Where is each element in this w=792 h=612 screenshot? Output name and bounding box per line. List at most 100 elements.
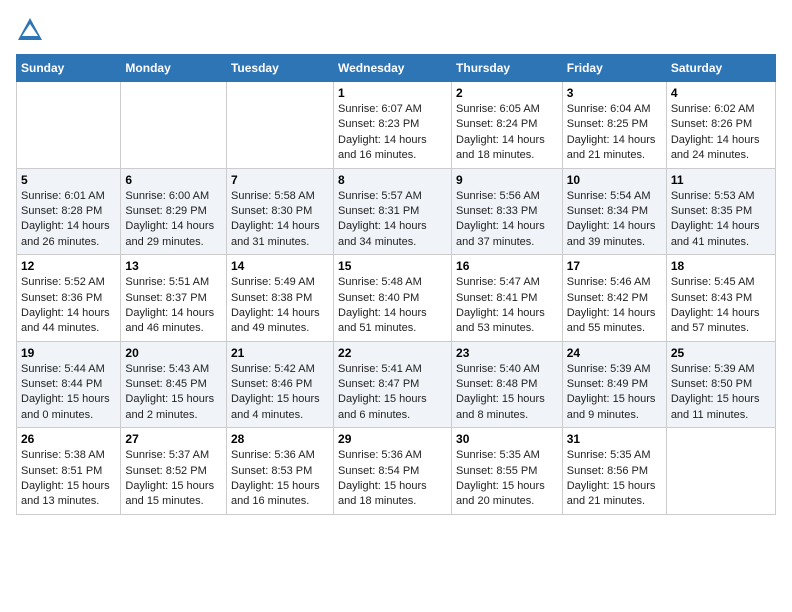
daylight-text: Daylight: 15 hours and 4 minutes. bbox=[231, 392, 329, 423]
sunrise-text: Sunrise: 5:41 AM bbox=[338, 362, 447, 377]
sunset-text: Sunset: 8:43 PM bbox=[671, 291, 771, 306]
sunrise-text: Sunrise: 5:48 AM bbox=[338, 275, 447, 290]
day-info: Sunrise: 5:52 AMSunset: 8:36 PMDaylight:… bbox=[21, 275, 116, 337]
sunrise-text: Sunrise: 5:38 AM bbox=[21, 448, 116, 463]
sunset-text: Sunset: 8:42 PM bbox=[567, 291, 662, 306]
day-info: Sunrise: 5:36 AMSunset: 8:54 PMDaylight:… bbox=[338, 448, 447, 510]
daylight-text: Daylight: 15 hours and 18 minutes. bbox=[338, 479, 447, 510]
calendar-cell: 10Sunrise: 5:54 AMSunset: 8:34 PMDayligh… bbox=[562, 168, 666, 255]
calendar-cell: 17 Sunrise: 5:46 AMSunset: 8:42 PMDayligh… bbox=[562, 255, 666, 342]
day-info: Sunrise: 5:54 AMSunset: 8:34 PMDaylight:… bbox=[567, 189, 662, 251]
sunset-text: Sunset: 8:53 PM bbox=[231, 464, 329, 479]
calendar-cell: 14Sunrise: 5:49 AMSunset: 8:38 PMDayligh… bbox=[226, 255, 333, 342]
day-info: Sunrise: 6:04 AMSunset: 8:25 PMDaylight:… bbox=[567, 102, 662, 164]
day-info: Sunrise: 5:47 AMSunset: 8:41 PMDaylight:… bbox=[456, 275, 558, 337]
calendar-cell: 11Sunrise: 5:53 AMSunset: 8:35 PMDayligh… bbox=[666, 168, 775, 255]
day-number: 31 bbox=[567, 432, 662, 446]
calendar-cell: 6Sunrise: 6:00 AMSunset: 8:29 PMDaylight… bbox=[121, 168, 227, 255]
daylight-text: Daylight: 15 hours and 2 minutes. bbox=[125, 392, 222, 423]
daylight-text: Daylight: 14 hours and 34 minutes. bbox=[338, 219, 447, 250]
calendar-cell: 31Sunrise: 5:35 AMSunset: 8:56 PMDayligh… bbox=[562, 428, 666, 515]
day-info: Sunrise: 5:37 AMSunset: 8:52 PMDaylight:… bbox=[125, 448, 222, 510]
sunrise-text: Sunrise: 5:35 AM bbox=[567, 448, 662, 463]
daylight-text: Daylight: 15 hours and 9 minutes. bbox=[567, 392, 662, 423]
daylight-text: Daylight: 15 hours and 20 minutes. bbox=[456, 479, 558, 510]
calendar-cell: 9 Sunrise: 5:56 AMSunset: 8:33 PMDaylight… bbox=[452, 168, 563, 255]
daylight-text: Daylight: 14 hours and 37 minutes. bbox=[456, 219, 558, 250]
calendar-cell: 1Sunrise: 6:07 AMSunset: 8:23 PMDaylight… bbox=[334, 82, 452, 169]
sunrise-text: Sunrise: 5:42 AM bbox=[231, 362, 329, 377]
sunset-text: Sunset: 8:28 PM bbox=[21, 204, 116, 219]
daylight-text: Daylight: 15 hours and 11 minutes. bbox=[671, 392, 771, 423]
sunset-text: Sunset: 8:36 PM bbox=[21, 291, 116, 306]
daylight-text: Daylight: 14 hours and 51 minutes. bbox=[338, 306, 447, 337]
daylight-text: Daylight: 14 hours and 53 minutes. bbox=[456, 306, 558, 337]
weekday-header-thursday: Thursday bbox=[452, 55, 563, 82]
day-number: 1 bbox=[338, 86, 447, 100]
sunset-text: Sunset: 8:49 PM bbox=[567, 377, 662, 392]
sunset-text: Sunset: 8:30 PM bbox=[231, 204, 329, 219]
calendar-cell bbox=[17, 82, 121, 169]
page-header bbox=[16, 16, 776, 44]
day-number: 5 bbox=[21, 173, 116, 187]
sunrise-text: Sunrise: 5:53 AM bbox=[671, 189, 771, 204]
calendar-week-2: 5Sunrise: 6:01 AMSunset: 8:28 PMDaylight… bbox=[17, 168, 776, 255]
day-number: 17 bbox=[567, 259, 662, 273]
sunrise-text: Sunrise: 5:45 AM bbox=[671, 275, 771, 290]
calendar-cell: 13Sunrise: 5:51 AMSunset: 8:37 PMDayligh… bbox=[121, 255, 227, 342]
calendar-cell: 5Sunrise: 6:01 AMSunset: 8:28 PMDaylight… bbox=[17, 168, 121, 255]
sunrise-text: Sunrise: 5:37 AM bbox=[125, 448, 222, 463]
calendar-week-5: 26Sunrise: 5:38 AMSunset: 8:51 PMDayligh… bbox=[17, 428, 776, 515]
calendar-cell: 3Sunrise: 6:04 AMSunset: 8:25 PMDaylight… bbox=[562, 82, 666, 169]
day-number: 23 bbox=[456, 346, 558, 360]
day-info: Sunrise: 5:41 AMSunset: 8:47 PMDaylight:… bbox=[338, 362, 447, 424]
sunset-text: Sunset: 8:24 PM bbox=[456, 117, 558, 132]
calendar-week-4: 19Sunrise: 5:44 AMSunset: 8:44 PMDayligh… bbox=[17, 341, 776, 428]
day-number: 18 bbox=[671, 259, 771, 273]
day-info: Sunrise: 5:43 AMSunset: 8:45 PMDaylight:… bbox=[125, 362, 222, 424]
day-number: 30 bbox=[456, 432, 558, 446]
day-info: Sunrise: 5:57 AMSunset: 8:31 PMDaylight:… bbox=[338, 189, 447, 251]
sunrise-text: Sunrise: 6:00 AM bbox=[125, 189, 222, 204]
sunrise-text: Sunrise: 5:43 AM bbox=[125, 362, 222, 377]
daylight-text: Daylight: 14 hours and 49 minutes. bbox=[231, 306, 329, 337]
calendar-cell: 21Sunrise: 5:42 AMSunset: 8:46 PMDayligh… bbox=[226, 341, 333, 428]
day-info: Sunrise: 5:40 AMSunset: 8:48 PMDaylight:… bbox=[456, 362, 558, 424]
calendar-cell: 7Sunrise: 5:58 AMSunset: 8:30 PMDaylight… bbox=[226, 168, 333, 255]
day-info: Sunrise: 5:48 AMSunset: 8:40 PMDaylight:… bbox=[338, 275, 447, 337]
day-number: 14 bbox=[231, 259, 329, 273]
calendar-cell: 24Sunrise: 5:39 AMSunset: 8:49 PMDayligh… bbox=[562, 341, 666, 428]
day-number: 4 bbox=[671, 86, 771, 100]
day-number: 21 bbox=[231, 346, 329, 360]
sunset-text: Sunset: 8:29 PM bbox=[125, 204, 222, 219]
daylight-text: Daylight: 14 hours and 29 minutes. bbox=[125, 219, 222, 250]
sunrise-text: Sunrise: 5:54 AM bbox=[567, 189, 662, 204]
weekday-header-friday: Friday bbox=[562, 55, 666, 82]
daylight-text: Daylight: 14 hours and 24 minutes. bbox=[671, 133, 771, 164]
day-number: 20 bbox=[125, 346, 222, 360]
sunset-text: Sunset: 8:47 PM bbox=[338, 377, 447, 392]
logo-icon bbox=[16, 16, 44, 44]
calendar-cell: 28Sunrise: 5:36 AMSunset: 8:53 PMDayligh… bbox=[226, 428, 333, 515]
sunrise-text: Sunrise: 6:07 AM bbox=[338, 102, 447, 117]
daylight-text: Daylight: 14 hours and 16 minutes. bbox=[338, 133, 447, 164]
day-info: Sunrise: 5:56 AMSunset: 8:33 PMDaylight:… bbox=[456, 189, 558, 251]
sunset-text: Sunset: 8:33 PM bbox=[456, 204, 558, 219]
sunrise-text: Sunrise: 5:47 AM bbox=[456, 275, 558, 290]
sunset-text: Sunset: 8:51 PM bbox=[21, 464, 116, 479]
day-info: Sunrise: 5:44 AMSunset: 8:44 PMDaylight:… bbox=[21, 362, 116, 424]
calendar-cell: 20 Sunrise: 5:43 AMSunset: 8:45 PMDayligh… bbox=[121, 341, 227, 428]
daylight-text: Daylight: 14 hours and 46 minutes. bbox=[125, 306, 222, 337]
sunrise-text: Sunrise: 5:58 AM bbox=[231, 189, 329, 204]
day-info: Sunrise: 6:02 AMSunset: 8:26 PMDaylight:… bbox=[671, 102, 771, 164]
daylight-text: Daylight: 14 hours and 26 minutes. bbox=[21, 219, 116, 250]
calendar-cell: 25Sunrise: 5:39 AMSunset: 8:50 PMDayligh… bbox=[666, 341, 775, 428]
day-number: 27 bbox=[125, 432, 222, 446]
daylight-text: Daylight: 14 hours and 55 minutes. bbox=[567, 306, 662, 337]
day-info: Sunrise: 5:53 AMSunset: 8:35 PMDaylight:… bbox=[671, 189, 771, 251]
sunset-text: Sunset: 8:31 PM bbox=[338, 204, 447, 219]
day-info: Sunrise: 5:46 AMSunset: 8:42 PMDaylight:… bbox=[567, 275, 662, 337]
sunrise-text: Sunrise: 5:52 AM bbox=[21, 275, 116, 290]
calendar-cell bbox=[121, 82, 227, 169]
day-number: 9 bbox=[456, 173, 558, 187]
